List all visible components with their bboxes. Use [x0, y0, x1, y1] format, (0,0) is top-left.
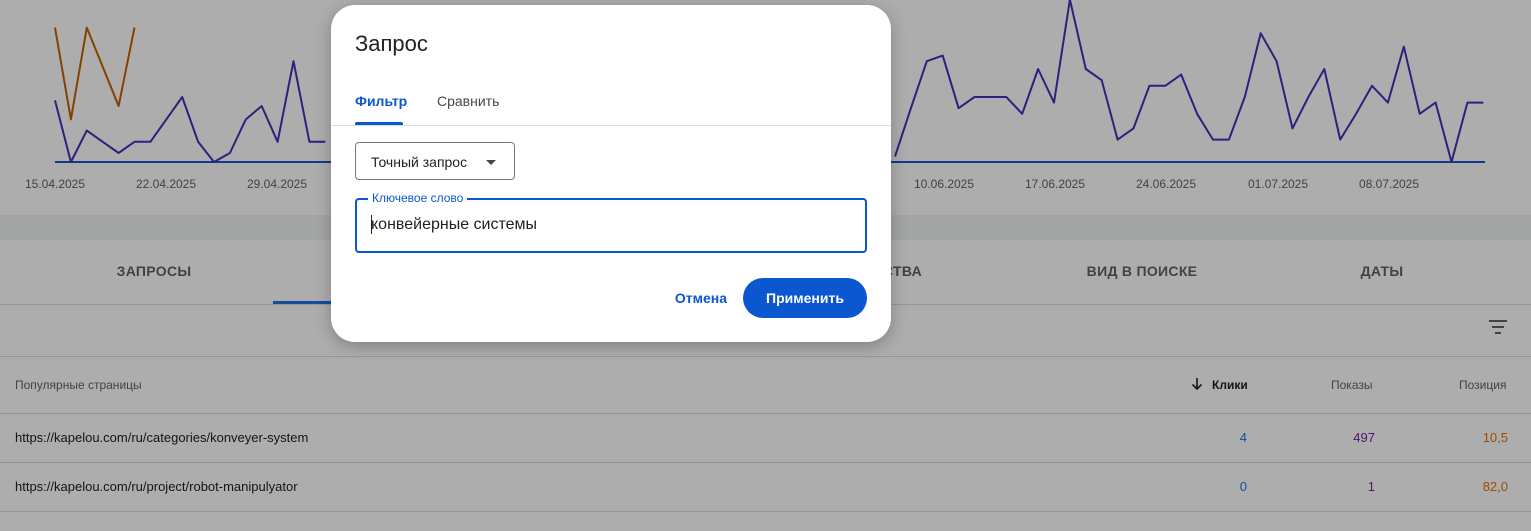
apply-button[interactable]: Применить: [743, 278, 867, 318]
dialog-tab-indicator: [355, 122, 403, 125]
match-type-select[interactable]: Точный запрос: [355, 142, 515, 180]
query-filter-dialog: Запрос Фильтр Сравнить Точный запрос Клю…: [331, 5, 891, 342]
keyword-field[interactable]: Ключевое слово: [355, 191, 867, 253]
keyword-field-label: Ключевое слово: [368, 191, 468, 205]
tab-compare[interactable]: Сравнить: [437, 83, 499, 125]
text-cursor: [371, 215, 372, 234]
dialog-title: Запрос: [355, 31, 428, 56]
tab-filter[interactable]: Фильтр: [355, 83, 407, 125]
cancel-button[interactable]: Отмена: [661, 278, 741, 318]
match-type-value: Точный запрос: [371, 154, 468, 170]
dialog-tabs: Фильтр Сравнить: [331, 83, 891, 126]
keyword-input[interactable]: [371, 214, 851, 236]
caret-down-icon: [486, 160, 496, 165]
search-console-page: 15.04.2025 22.04.2025 29.04.2025 10.06.2025…: [0, 0, 1531, 531]
